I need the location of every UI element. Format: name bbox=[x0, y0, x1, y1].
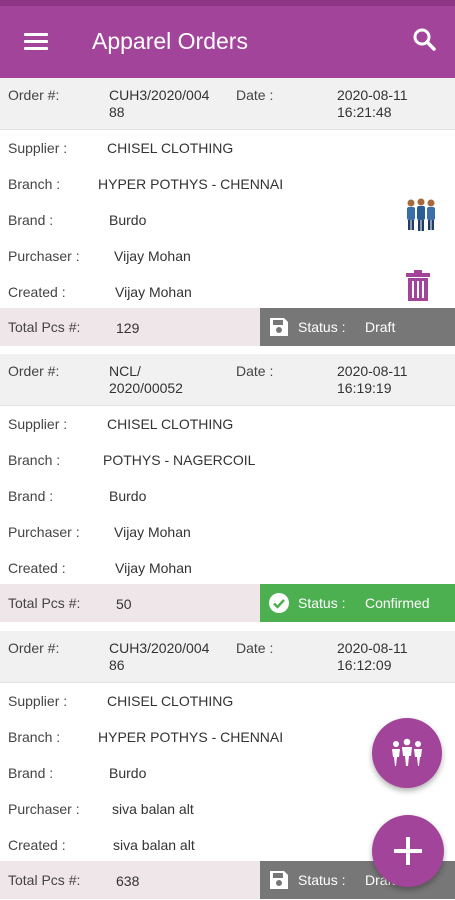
total-pcs-value: 638 bbox=[116, 873, 140, 889]
brand-row: Brand : Burdo bbox=[0, 202, 455, 238]
branch-label: Branch : bbox=[8, 176, 61, 192]
status-value: Confirmed bbox=[365, 595, 430, 611]
date-label: Date : bbox=[236, 640, 274, 656]
purchaser-row: Purchaser : Vijay Mohan bbox=[0, 514, 455, 550]
purchaser-row: Purchaser : Vijay Mohan bbox=[0, 238, 455, 274]
created-label: Created : bbox=[8, 837, 66, 853]
brand-label: Brand : bbox=[8, 488, 54, 504]
total-pcs-value: 129 bbox=[116, 320, 140, 336]
group-icon bbox=[389, 738, 425, 768]
purchaser-value: Vijay Mohan bbox=[114, 248, 191, 264]
order-footer: Total Pcs #: 50 Status : Confirmed bbox=[0, 584, 455, 622]
trash-icon[interactable] bbox=[404, 270, 432, 302]
order-date: 2020-08-11 bbox=[337, 87, 408, 103]
supplier-row: Supplier : CHISEL CLOTHING bbox=[0, 130, 455, 166]
order-header: Order #: NCL/ 2020/00052 Date : 2020-08-… bbox=[0, 354, 455, 406]
created-row: Created : Vijay Mohan bbox=[0, 274, 455, 310]
purchaser-label: Purchaser : bbox=[8, 524, 80, 540]
order-date: 2020-08-11 bbox=[337, 640, 408, 656]
branch-value: HYPER POTHYS - CHENNAI bbox=[98, 176, 284, 192]
purchaser-value: Vijay Mohan bbox=[114, 524, 191, 540]
menu-icon[interactable] bbox=[14, 23, 58, 59]
status-badge[interactable]: Status : Draft bbox=[260, 308, 455, 346]
total-pcs-value: 50 bbox=[116, 596, 132, 612]
order-card[interactable]: Order #: NCL/ 2020/00052 Date : 2020-08-… bbox=[0, 354, 455, 622]
branch-label: Branch : bbox=[8, 452, 61, 468]
purchaser-label: Purchaser : bbox=[8, 248, 80, 264]
brand-label: Brand : bbox=[8, 212, 54, 228]
purchaser-value: siva balan alt bbox=[112, 801, 194, 817]
created-value: siva balan alt bbox=[113, 837, 195, 853]
order-number-line2: 88 bbox=[109, 104, 125, 120]
brand-value: Burdo bbox=[109, 488, 147, 504]
save-icon bbox=[268, 869, 290, 891]
order-number-label: Order #: bbox=[8, 363, 60, 379]
add-order-fab-button[interactable] bbox=[372, 815, 444, 887]
save-icon bbox=[268, 316, 290, 338]
supplier-row: Supplier : CHISEL CLOTHING bbox=[0, 683, 455, 719]
branch-row: Branch : POTHYS - NAGERCOIL bbox=[0, 442, 455, 478]
order-number-line2: 2020/00052 bbox=[109, 380, 183, 396]
branch-value: POTHYS - NAGERCOIL bbox=[103, 452, 256, 468]
order-time: 16:19:19 bbox=[337, 380, 392, 396]
supplier-label: Supplier : bbox=[8, 140, 68, 156]
check-circle-icon bbox=[268, 592, 290, 614]
created-value: Vijay Mohan bbox=[115, 284, 192, 300]
order-footer: Total Pcs #: 129 Status : Draft bbox=[0, 308, 455, 346]
branch-value: HYPER POTHYS - CHENNAI bbox=[98, 729, 284, 745]
order-number-line2: 86 bbox=[109, 657, 125, 673]
supplier-row: Supplier : CHISEL CLOTHING bbox=[0, 406, 455, 442]
plus-icon bbox=[392, 835, 424, 867]
brand-row: Brand : Burdo bbox=[0, 478, 455, 514]
order-number-line1: NCL/ bbox=[109, 363, 141, 379]
order-number-line1: CUH3/2020/004 bbox=[109, 640, 210, 656]
supplier-value: CHISEL CLOTHING bbox=[107, 416, 234, 432]
total-pcs-label: Total Pcs #: bbox=[8, 872, 81, 888]
created-value: Vijay Mohan bbox=[115, 560, 192, 576]
brand-label: Brand : bbox=[8, 765, 54, 781]
total-pcs-label: Total Pcs #: bbox=[8, 319, 81, 335]
total-pcs-label: Total Pcs #: bbox=[8, 595, 81, 611]
status-label: Status : bbox=[298, 872, 346, 888]
order-time: 16:21:48 bbox=[337, 104, 392, 120]
created-label: Created : bbox=[8, 284, 66, 300]
order-header: Order #: CUH3/2020/004 86 Date : 2020-08… bbox=[0, 631, 455, 683]
status-label: Status : bbox=[298, 319, 346, 335]
order-number-label: Order #: bbox=[8, 640, 60, 656]
page-title: Apparel Orders bbox=[92, 28, 248, 54]
order-header: Order #: CUH3/2020/004 88 Date : 2020-08… bbox=[0, 78, 455, 130]
branch-label: Branch : bbox=[8, 729, 61, 745]
order-card[interactable]: Order #: CUH3/2020/004 88 Date : 2020-08… bbox=[0, 78, 455, 346]
app-bar: Apparel Orders bbox=[0, 0, 455, 78]
created-label: Created : bbox=[8, 560, 66, 576]
purchaser-label: Purchaser : bbox=[8, 801, 80, 817]
date-label: Date : bbox=[236, 363, 274, 379]
order-date: 2020-08-11 bbox=[337, 363, 408, 379]
branch-row: Branch : HYPER POTHYS - CHENNAI bbox=[0, 166, 455, 202]
status-badge[interactable]: Status : Confirmed bbox=[260, 584, 455, 622]
order-number-label: Order #: bbox=[8, 87, 60, 103]
brand-value: Burdo bbox=[109, 212, 147, 228]
date-label: Date : bbox=[236, 87, 274, 103]
created-row: Created : Vijay Mohan bbox=[0, 550, 455, 586]
status-value: Draft bbox=[365, 319, 396, 335]
team-icon[interactable] bbox=[404, 196, 438, 232]
brand-value: Burdo bbox=[109, 765, 147, 781]
supplier-label: Supplier : bbox=[8, 416, 68, 432]
group-fab-button[interactable] bbox=[372, 718, 442, 788]
search-icon[interactable] bbox=[407, 22, 443, 58]
order-time: 16:12:09 bbox=[337, 657, 392, 673]
supplier-value: CHISEL CLOTHING bbox=[107, 140, 234, 156]
order-number-line1: CUH3/2020/004 bbox=[109, 87, 210, 103]
supplier-value: CHISEL CLOTHING bbox=[107, 693, 234, 709]
status-label: Status : bbox=[298, 595, 346, 611]
supplier-label: Supplier : bbox=[8, 693, 68, 709]
